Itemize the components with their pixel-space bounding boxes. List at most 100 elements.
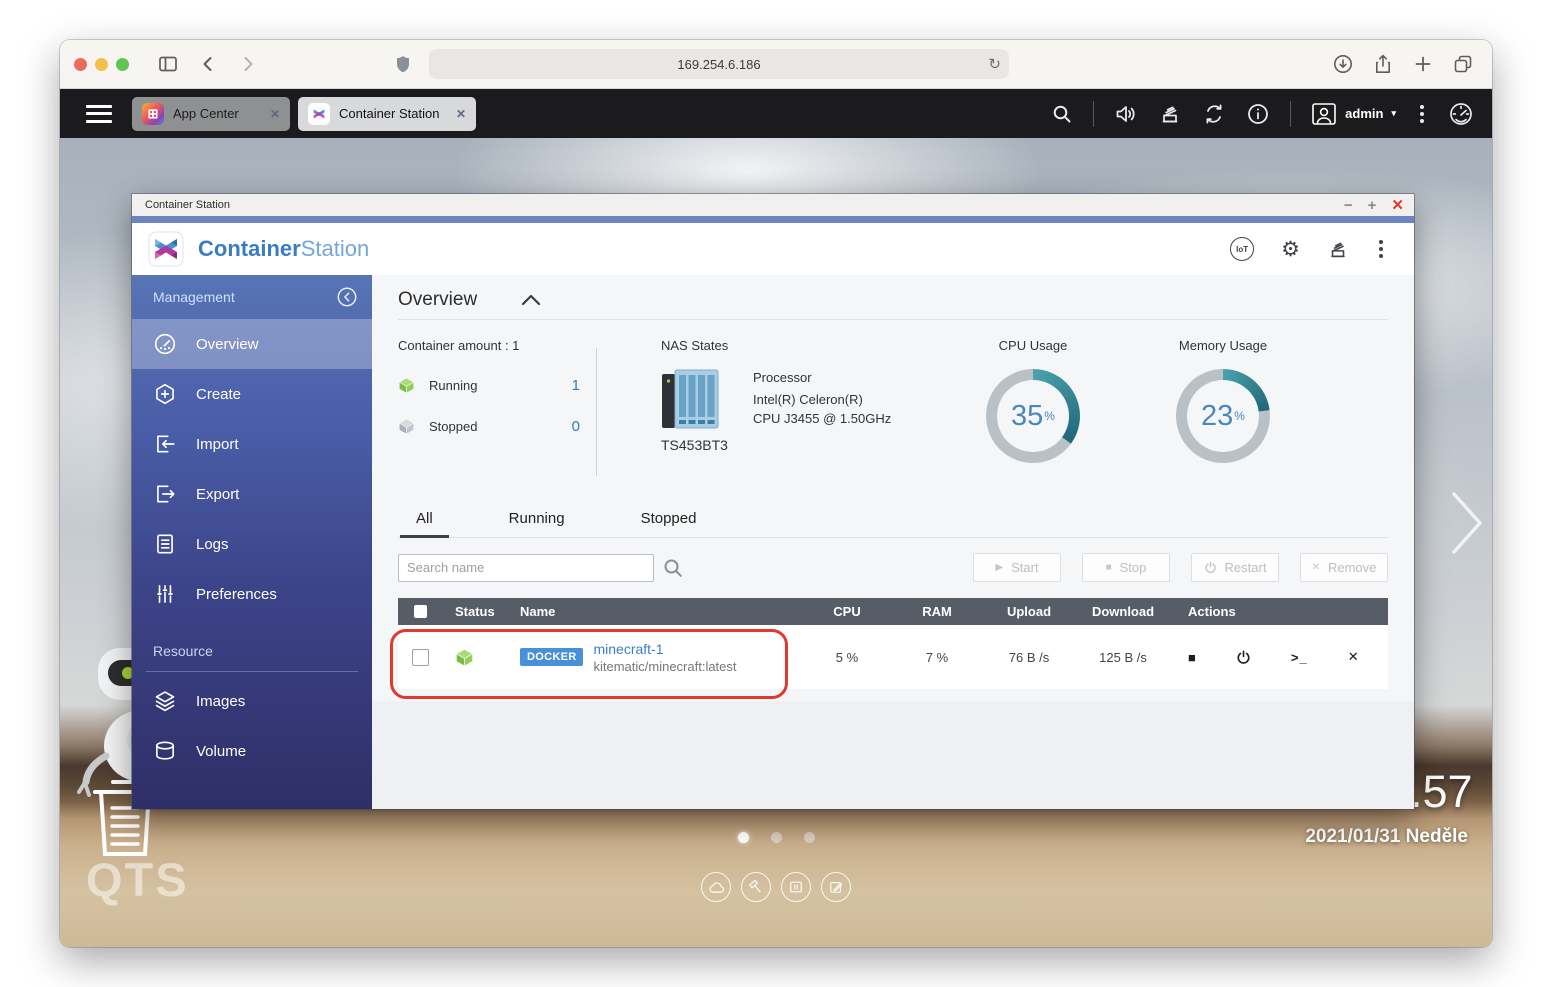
forward-button[interactable] <box>233 50 263 78</box>
panels-icon[interactable] <box>781 872 811 902</box>
main-menu-icon[interactable] <box>86 105 112 123</box>
background-tasks-icon[interactable] <box>1327 239 1349 260</box>
settings-gear-icon[interactable]: ⚙ <box>1281 239 1300 260</box>
container-station-window: Container Station − + ✕ <box>132 194 1414 809</box>
sidebar-item-import[interactable]: Import <box>132 419 372 469</box>
export-icon <box>153 482 177 506</box>
share-icon[interactable] <box>1368 50 1398 78</box>
background-tasks-icon[interactable] <box>1158 103 1182 125</box>
collapse-overview-icon[interactable] <box>519 292 543 308</box>
minimize-window-button[interactable] <box>95 58 108 71</box>
sidebar-toggle-icon[interactable] <box>153 50 183 78</box>
sidebar-item-create[interactable]: Create <box>132 369 372 419</box>
tab-overview-icon[interactable] <box>1448 50 1478 78</box>
feedback-edit-icon[interactable] <box>821 872 851 902</box>
qts-tab-container-station[interactable]: Container Station ✕ <box>298 97 476 131</box>
page-dot-active[interactable] <box>738 832 749 843</box>
main-content: Overview Container amount : 1 <box>372 275 1414 809</box>
collapse-sidebar-icon[interactable] <box>336 286 358 308</box>
stop-button[interactable]: ■Stop <box>1082 553 1170 582</box>
tab-all[interactable]: All <box>400 504 449 538</box>
iot-icon[interactable]: IoT <box>1230 237 1254 261</box>
dashboard-icon[interactable] <box>1448 101 1474 127</box>
header-upload: Upload <box>984 604 1074 619</box>
tab-stopped[interactable]: Stopped <box>625 504 713 537</box>
container-name-link[interactable]: minecraft-1 <box>593 641 736 657</box>
cell-download: 125 B /s <box>1074 650 1172 665</box>
row-checkbox[interactable] <box>412 649 429 666</box>
row-stop-icon[interactable]: ■ <box>1188 650 1196 665</box>
nas-states-label: NAS States <box>661 338 929 353</box>
more-options-icon[interactable] <box>1376 240 1386 258</box>
window-maximize-icon[interactable]: + <box>1368 198 1377 213</box>
section-label: Management <box>153 289 235 305</box>
desktop-clock: .57 <box>1410 766 1473 818</box>
sidebar-item-label: Logs <box>196 536 229 553</box>
reload-icon[interactable]: ↻ <box>988 55 1001 73</box>
stop-icon: ■ <box>1106 562 1112 573</box>
window-close-icon[interactable]: ✕ <box>1391 198 1404 213</box>
window-titlebar[interactable]: Container Station − + ✕ <box>132 194 1414 216</box>
myqnapcloud-icon[interactable] <box>701 872 731 902</box>
table-row: DOCKER minecraft-1 kitematic/minecraft:l… <box>398 625 1388 689</box>
sidebar-item-preferences[interactable]: Preferences <box>132 569 372 619</box>
row-remove-icon[interactable]: ✕ <box>1348 649 1359 665</box>
start-label: Start <box>1011 560 1038 575</box>
user-menu[interactable]: admin ▾ <box>1311 102 1396 126</box>
info-icon[interactable] <box>1246 102 1270 126</box>
new-tab-icon[interactable] <box>1408 50 1438 78</box>
address-bar[interactable]: 169.254.6.186 ↻ <box>429 49 1009 79</box>
select-all-checkbox[interactable] <box>414 605 427 618</box>
create-icon <box>153 382 177 406</box>
running-label: Running <box>429 378 477 393</box>
restart-button[interactable]: Restart <box>1191 553 1279 582</box>
search-icon[interactable] <box>662 557 684 579</box>
more-options-icon[interactable] <box>1416 105 1428 123</box>
docker-badge: DOCKER <box>520 648 583 666</box>
search-icon[interactable] <box>1051 103 1073 125</box>
qts-desktop: Container Station − + ✕ <box>60 138 1492 947</box>
start-button[interactable]: ▶ Start <box>973 553 1061 582</box>
row-terminal-icon[interactable]: >_ <box>1291 650 1308 665</box>
user-avatar-icon <box>1311 102 1337 126</box>
close-window-button[interactable] <box>74 58 87 71</box>
sidebar-item-volume[interactable]: Volume <box>132 726 372 776</box>
cpu-usage-value: 35 <box>1011 400 1043 433</box>
back-button[interactable] <box>193 50 223 78</box>
divider <box>596 348 597 476</box>
tools-icon[interactable] <box>741 872 771 902</box>
app-header: ContainerStation IoT ⚙ <box>132 223 1414 275</box>
qts-tab-app-center[interactable]: ⊞ App Center ✕ <box>132 97 290 131</box>
stopped-container-icon <box>398 418 415 435</box>
page-title: Overview <box>398 289 477 311</box>
sidebar-item-images[interactable]: Images <box>132 676 372 726</box>
tab-close-icon[interactable]: ✕ <box>270 107 280 121</box>
search-input[interactable] <box>398 554 654 582</box>
app-title-light: Station <box>301 236 370 261</box>
page-dot[interactable] <box>804 832 815 843</box>
page-dot[interactable] <box>771 832 782 843</box>
stopped-value: 0 <box>572 418 596 435</box>
memory-usage-value: 23 <box>1201 400 1233 433</box>
tab-close-icon[interactable]: ✕ <box>456 107 466 121</box>
window-minimize-icon[interactable]: − <box>1344 198 1353 213</box>
overview-gauge-icon <box>153 332 177 356</box>
volume-icon[interactable] <box>1114 103 1138 125</box>
traffic-lights <box>74 58 129 71</box>
divider <box>1290 101 1291 127</box>
tab-running[interactable]: Running <box>493 504 581 537</box>
sync-status-icon[interactable] <box>1202 102 1226 126</box>
percent-sign: % <box>1234 409 1245 423</box>
remove-button[interactable]: ✕Remove <box>1300 553 1388 582</box>
zoom-window-button[interactable] <box>116 58 129 71</box>
sidebar-item-logs[interactable]: Logs <box>132 519 372 569</box>
downloads-icon[interactable] <box>1328 50 1358 78</box>
cell-ram: 7 % <box>890 650 984 665</box>
sidebar-item-overview[interactable]: Overview <box>132 319 372 369</box>
next-desktop-chevron[interactable] <box>1444 488 1490 558</box>
sidebar-item-export[interactable]: Export <box>132 469 372 519</box>
row-power-icon[interactable] <box>1236 650 1251 665</box>
cell-upload: 76 B /s <box>984 650 1074 665</box>
cpu-usage-donut: 35% <box>986 369 1080 463</box>
play-icon: ▶ <box>995 562 1003 573</box>
